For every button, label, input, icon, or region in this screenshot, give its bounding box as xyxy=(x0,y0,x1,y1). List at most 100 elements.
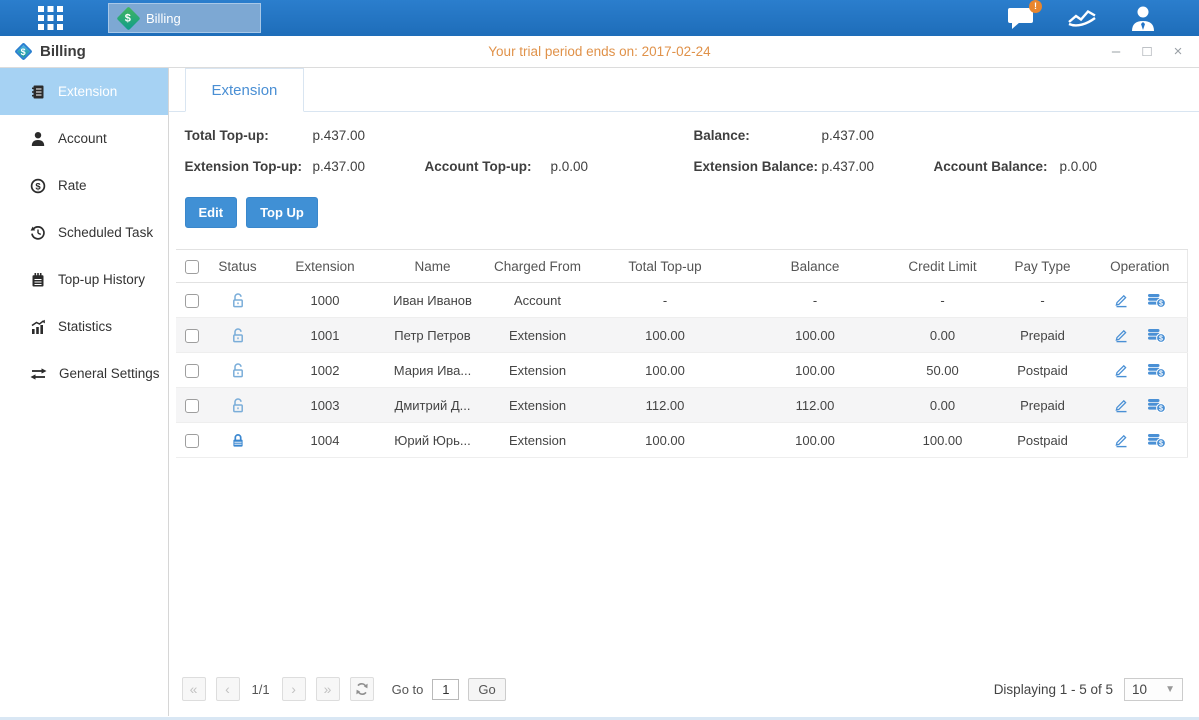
tab-extension[interactable]: Extension xyxy=(185,68,305,112)
trial-message: Your trial period ends on: 2017-02-24 xyxy=(0,44,1199,59)
sidebar-item-rate[interactable]: $ Rate xyxy=(0,162,168,209)
topup-history-notepad-icon xyxy=(30,272,46,288)
total-topup-label: Total Top-up: xyxy=(185,128,313,143)
edit-pencil-icon[interactable] xyxy=(1113,327,1130,343)
sidebar-item-statistics[interactable]: Statistics xyxy=(0,303,168,350)
sidebar-item-general-settings[interactable]: General Settings xyxy=(0,350,168,397)
col-total-topup: Total Top-up xyxy=(593,250,738,283)
topup-coins-icon[interactable]: $ xyxy=(1147,327,1166,343)
window-title: Billing xyxy=(40,43,86,60)
unlocked-icon[interactable] xyxy=(230,292,246,309)
unlocked-icon[interactable] xyxy=(230,397,246,414)
topup-coins-icon[interactable]: $ xyxy=(1147,432,1166,448)
edit-pencil-icon[interactable] xyxy=(1113,432,1130,448)
apps-grid-icon[interactable] xyxy=(37,6,64,30)
cell-name: Иван Иванов xyxy=(383,283,483,318)
edit-pencil-icon[interactable] xyxy=(1113,397,1130,413)
first-page-button[interactable]: « xyxy=(182,677,206,701)
user-icon[interactable] xyxy=(1129,5,1157,31)
account-topup-value: p.0.00 xyxy=(551,159,663,174)
unlocked-icon[interactable] xyxy=(230,362,246,379)
goto-page-input[interactable] xyxy=(432,679,459,700)
col-charged-from: Charged From xyxy=(483,250,593,283)
topup-coins-icon[interactable]: $ xyxy=(1147,362,1166,378)
table-row[interactable]: 1003 Дмитрий Д... Extension 112.00 112.0… xyxy=(176,388,1188,423)
sidebar-item-extension[interactable]: Extension xyxy=(0,68,168,115)
cell-total-topup: 100.00 xyxy=(593,423,738,458)
taskbar-tab-label: Billing xyxy=(146,11,181,26)
svg-text:$: $ xyxy=(1159,406,1163,413)
row-checkbox[interactable] xyxy=(185,399,199,413)
cell-balance: 100.00 xyxy=(738,423,893,458)
close-button[interactable]: × xyxy=(1170,43,1186,60)
cell-credit-limit: 0.00 xyxy=(893,388,993,423)
notification-badge: ! xyxy=(1029,0,1042,13)
sidebar-item-label: Rate xyxy=(58,178,87,193)
tab-strip: Extension xyxy=(169,68,1199,112)
sidebar-item-topup-history[interactable]: Top-up History xyxy=(0,256,168,303)
cell-name: Петр Петров xyxy=(383,318,483,353)
cell-balance: 100.00 xyxy=(738,318,893,353)
minimize-button[interactable]: – xyxy=(1108,43,1124,60)
cell-balance: 112.00 xyxy=(738,388,893,423)
extension-balance-label: Extension Balance: xyxy=(694,159,822,174)
last-page-button[interactable]: » xyxy=(316,677,340,701)
row-checkbox[interactable] xyxy=(185,434,199,448)
sidebar-item-scheduled-task[interactable]: Scheduled Task xyxy=(0,209,168,256)
row-checkbox[interactable] xyxy=(185,329,199,343)
table-row[interactable]: 1002 Мария Ива... Extension 100.00 100.0… xyxy=(176,353,1188,388)
cell-total-topup: 100.00 xyxy=(593,353,738,388)
reports-chart-icon[interactable] xyxy=(1067,6,1097,30)
sidebar-item-account[interactable]: Account xyxy=(0,115,168,162)
edit-pencil-icon[interactable] xyxy=(1113,292,1130,308)
col-status: Status xyxy=(208,250,268,283)
table-row[interactable]: 1001 Петр Петров Extension 100.00 100.00… xyxy=(176,318,1188,353)
cell-credit-limit: 100.00 xyxy=(893,423,993,458)
row-checkbox[interactable] xyxy=(185,294,199,308)
cell-extension: 1002 xyxy=(268,353,383,388)
messages-icon[interactable]: ! xyxy=(1007,6,1035,31)
svg-text:$: $ xyxy=(1159,301,1163,308)
topup-coins-icon[interactable]: $ xyxy=(1147,292,1166,308)
refresh-button[interactable] xyxy=(350,677,374,701)
sidebar-item-label: Top-up History xyxy=(58,272,145,287)
go-button[interactable]: Go xyxy=(468,678,505,701)
cell-balance: - xyxy=(738,283,893,318)
cell-charged-from: Extension xyxy=(483,353,593,388)
taskbar-billing-tab[interactable]: $ Billing xyxy=(108,3,261,33)
row-checkbox[interactable] xyxy=(185,364,199,378)
col-pay-type: Pay Type xyxy=(993,250,1093,283)
col-operation: Operation xyxy=(1093,250,1188,283)
cell-balance: 100.00 xyxy=(738,353,893,388)
topup-coins-icon[interactable]: $ xyxy=(1147,397,1166,413)
svg-text:$: $ xyxy=(35,181,41,192)
locked-icon[interactable] xyxy=(230,432,246,449)
summary-panel: Total Top-up: p.437.00 Extension Top-up:… xyxy=(169,112,1199,190)
edit-pencil-icon[interactable] xyxy=(1113,362,1130,378)
scheduled-task-clock-icon xyxy=(30,225,46,241)
extension-balance-value: p.437.00 xyxy=(822,159,934,174)
sidebar-item-label: Extension xyxy=(58,84,117,99)
prev-page-button[interactable]: ‹ xyxy=(216,677,240,701)
page-size-select[interactable]: 10 ▼ xyxy=(1124,678,1183,701)
cell-charged-from: Account xyxy=(483,283,593,318)
topup-button[interactable]: Top Up xyxy=(246,197,318,228)
cell-total-topup: 100.00 xyxy=(593,318,738,353)
cell-total-topup: - xyxy=(593,283,738,318)
balance-value: p.437.00 xyxy=(822,128,934,143)
maximize-button[interactable]: □ xyxy=(1139,43,1155,60)
next-page-button[interactable]: › xyxy=(282,677,306,701)
billing-diamond-icon: $ xyxy=(116,6,140,30)
select-all-checkbox[interactable] xyxy=(185,260,199,274)
unlocked-icon[interactable] xyxy=(230,327,246,344)
main-content: Extension Total Top-up: p.437.00 Extensi… xyxy=(168,68,1199,716)
cell-extension: 1004 xyxy=(268,423,383,458)
cell-pay-type: Postpaid xyxy=(993,353,1093,388)
chevron-down-icon: ▼ xyxy=(1165,684,1175,695)
table-row[interactable]: 1004 Юрий Юрь... Extension 100.00 100.00… xyxy=(176,423,1188,458)
cell-name: Мария Ива... xyxy=(383,353,483,388)
edit-button[interactable]: Edit xyxy=(185,197,238,228)
extension-book-icon xyxy=(30,84,46,100)
table-row[interactable]: 1000 Иван Иванов Account - - - - xyxy=(176,283,1188,318)
cell-charged-from: Extension xyxy=(483,318,593,353)
